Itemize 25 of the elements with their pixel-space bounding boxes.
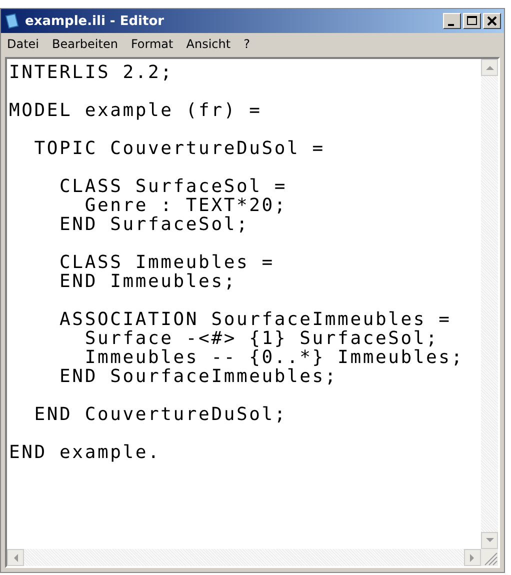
scroll-left-button[interactable] bbox=[7, 549, 24, 566]
menu-item[interactable]: Bearbeiten bbox=[52, 37, 118, 51]
minimize-icon bbox=[448, 24, 454, 26]
menu-item[interactable]: Format bbox=[130, 37, 174, 51]
menu-item[interactable]: Ansicht bbox=[186, 37, 231, 51]
close-icon bbox=[487, 16, 497, 26]
menu-item[interactable]: ? bbox=[244, 37, 250, 51]
window-title: example.ili - Editor bbox=[25, 14, 166, 28]
maximize-icon bbox=[467, 16, 477, 26]
resize-grip-icon[interactable] bbox=[481, 549, 498, 566]
scroll-down-button[interactable] bbox=[481, 532, 498, 549]
down-arrow-icon bbox=[486, 538, 494, 543]
menu-item[interactable]: Datei bbox=[7, 37, 40, 51]
scroll-right-button[interactable] bbox=[464, 549, 481, 566]
maximize-button[interactable] bbox=[463, 13, 481, 29]
left-arrow-icon bbox=[13, 554, 18, 562]
right-arrow-icon bbox=[470, 554, 475, 562]
minimize-button[interactable] bbox=[443, 13, 461, 29]
editor-text: INTERLIS 2.2; MODEL example (fr) = TOPIC CouvertureDuSol = CLASS SurfaceSol = Genre : TEXT*20; END SurfaceSol; CLASS Immeubles = END Immeubles; ASSOCIATION SourfaceImmeubles = Surface -<#> {1} SurfaceSol; Immeubles -- {0..*} Immeubles; END SourfaceImmeubles; END CouvertureDuSol; END example. bbox=[9, 63, 465, 462]
scroll-up-button[interactable] bbox=[481, 59, 498, 76]
vertical-scrollbar[interactable] bbox=[481, 59, 498, 549]
notepad-icon bbox=[4, 13, 20, 29]
horizontal-scrollbar[interactable] bbox=[7, 549, 481, 566]
up-arrow-icon bbox=[486, 65, 494, 70]
close-button[interactable] bbox=[483, 13, 501, 29]
